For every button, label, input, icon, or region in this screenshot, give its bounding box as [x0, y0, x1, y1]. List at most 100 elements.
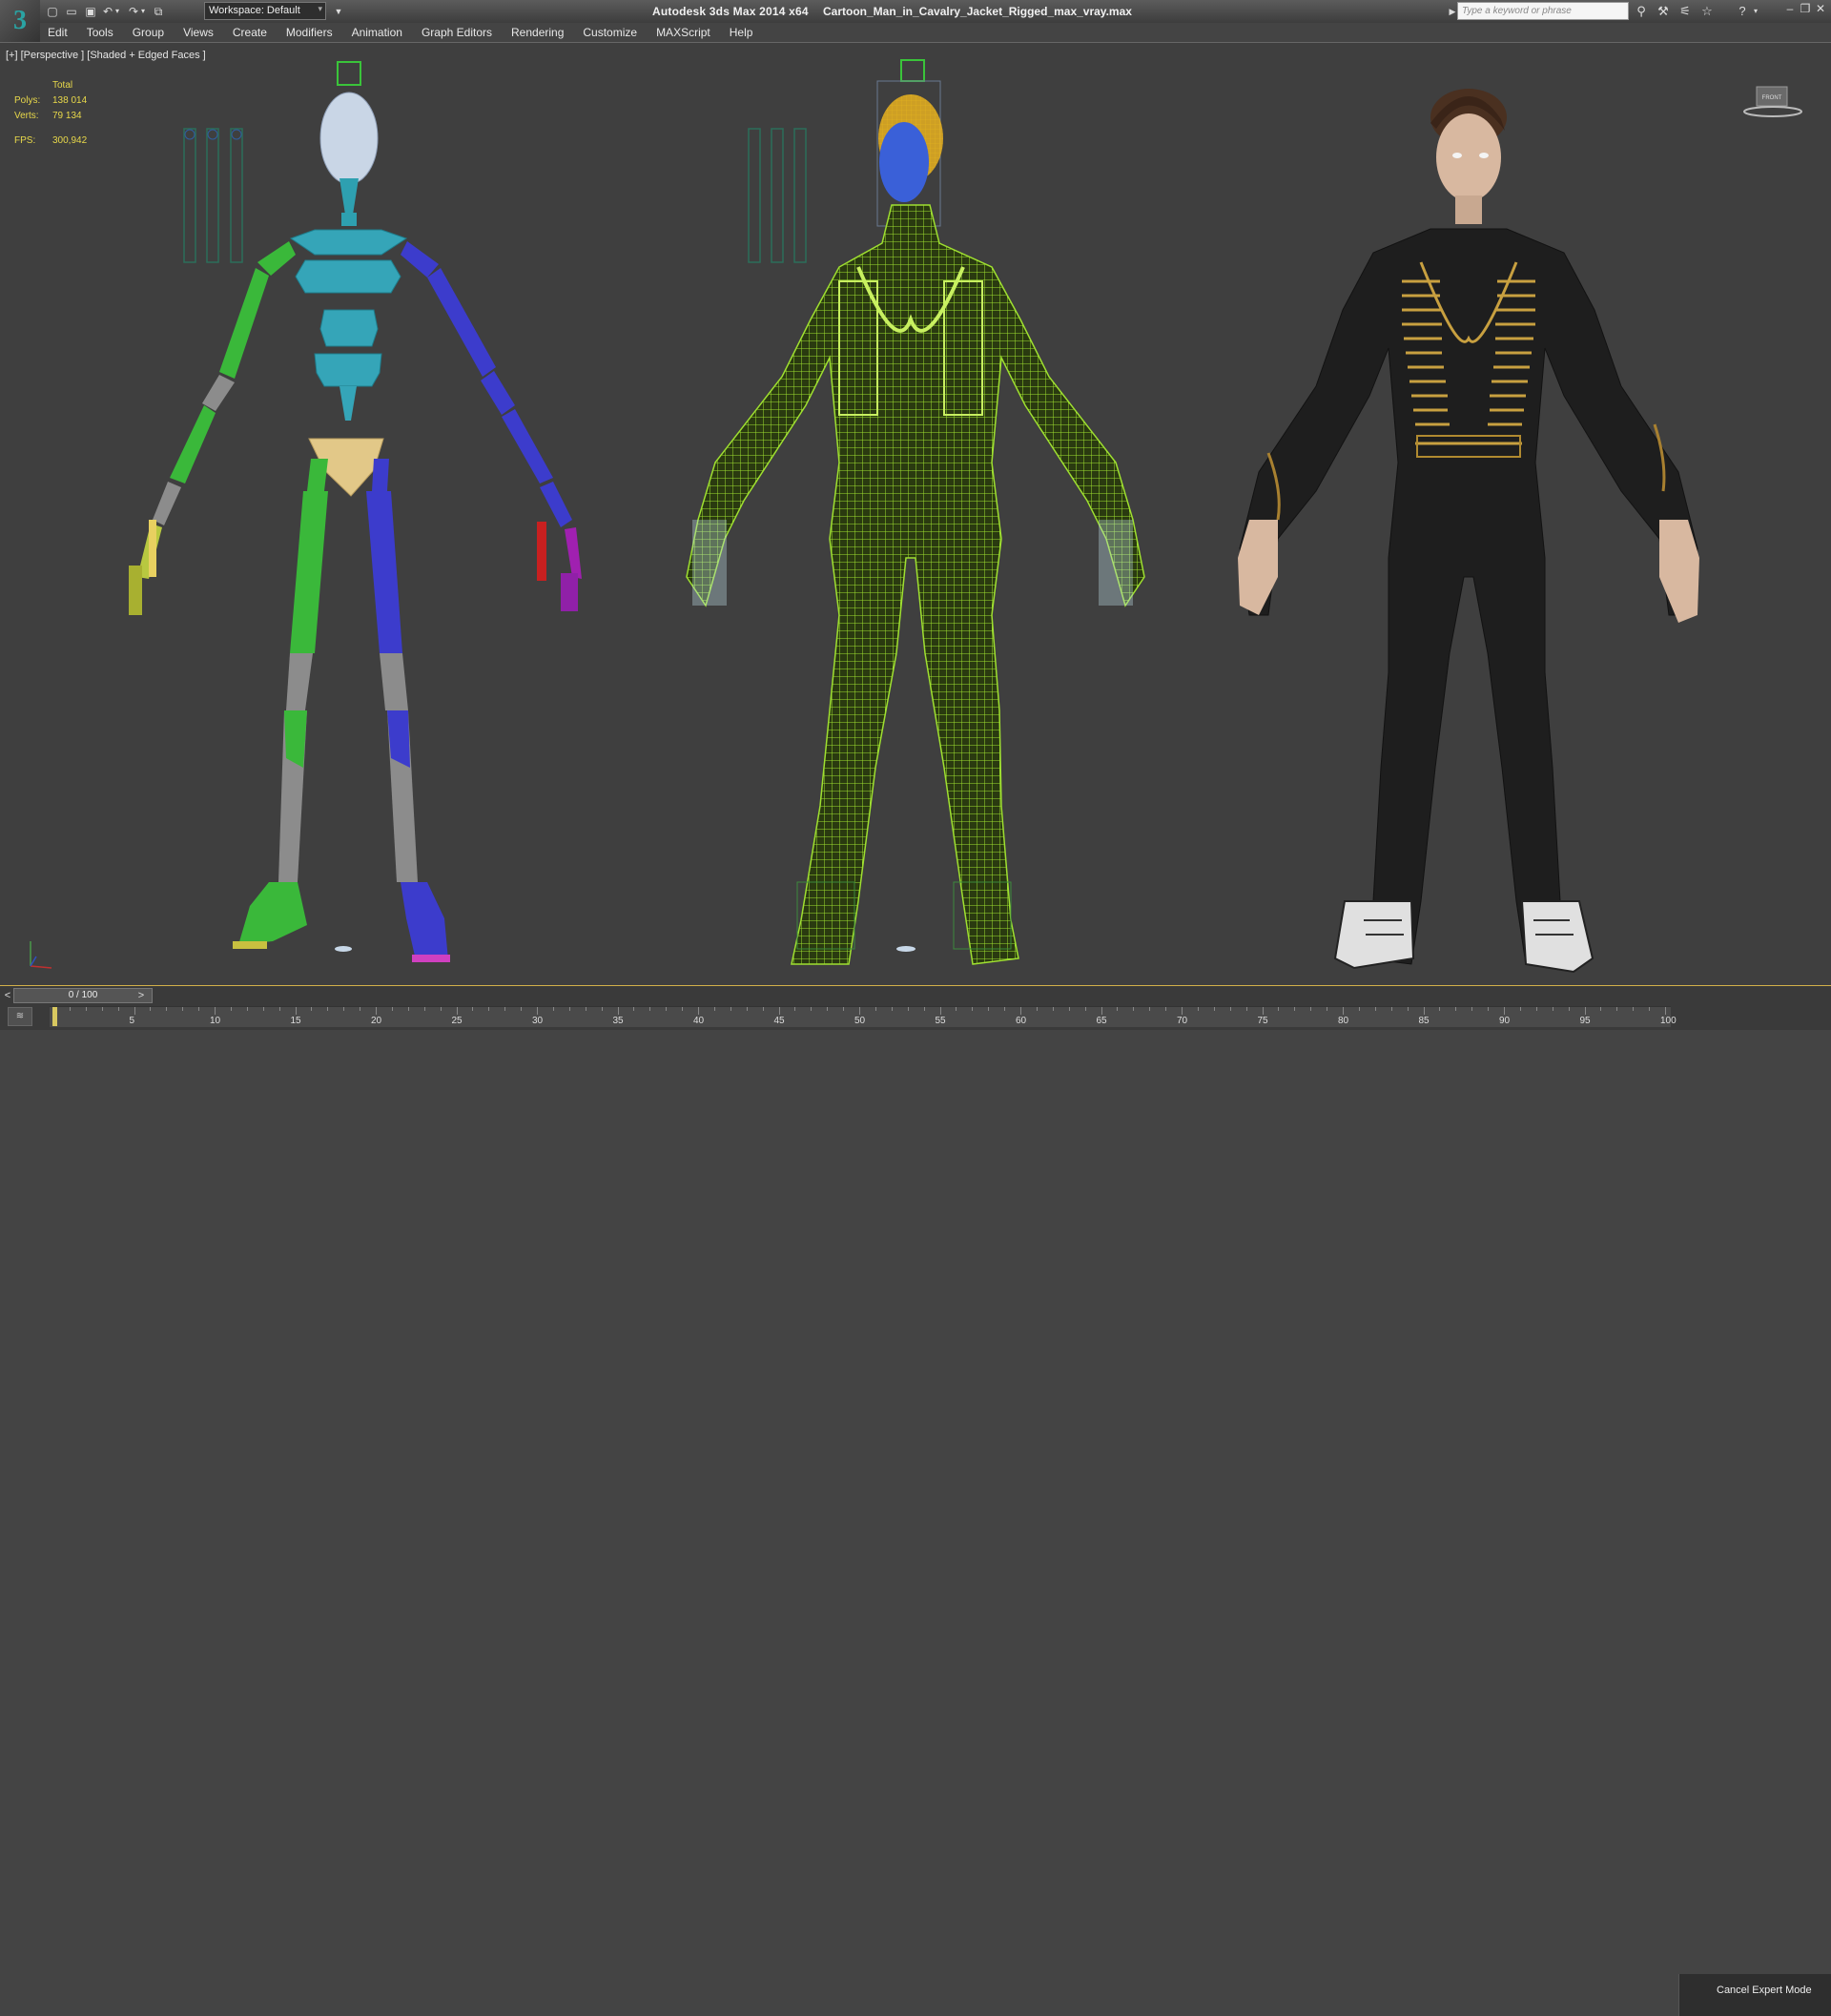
timeline-tick-label: 20	[371, 1016, 382, 1026]
menu-group[interactable]: Group	[123, 26, 174, 39]
menu-rendering[interactable]: Rendering	[502, 26, 573, 39]
cancel-expert-mode-button[interactable]: Cancel Expert Mode	[1717, 1985, 1812, 1996]
timeline-tick	[811, 1007, 813, 1011]
timeline-tick-label: 35	[612, 1016, 624, 1026]
timeline-tick	[891, 1007, 893, 1011]
menu-customize[interactable]: Customize	[573, 26, 647, 39]
scene-canvas	[129, 59, 1699, 974]
time-slider-next-icon[interactable]: >	[135, 988, 147, 1003]
timeline-tick	[488, 1007, 490, 1011]
timeline-tick-label: 80	[1338, 1016, 1349, 1026]
menu-maxscript[interactable]: MAXScript	[647, 26, 720, 39]
timeline-tick	[827, 1007, 829, 1011]
timeline-tick-label: 30	[532, 1016, 544, 1026]
timeline-tick	[1358, 1007, 1360, 1011]
redo-dropdown-icon[interactable]: ▾	[138, 3, 148, 20]
timeline-tick	[1213, 1007, 1215, 1011]
favorites-star-icon[interactable]: ☆	[1698, 3, 1716, 20]
track-bar[interactable]: 5 10 15 20 25 30 35 40 45 50 55 60 65 70 75 80 85 90 95 100	[50, 1006, 1677, 1027]
app-menu-button[interactable]: 3	[0, 0, 40, 42]
timeline-tick-label: 25	[451, 1016, 463, 1026]
timeline-tick	[617, 1007, 619, 1015]
timeline-tick	[1245, 1007, 1247, 1011]
save-file-icon[interactable]: ▣	[82, 3, 99, 20]
menu-help[interactable]: Help	[720, 26, 763, 39]
workspace-dropdown[interactable]: Workspace: Default ▾	[204, 2, 326, 20]
close-icon[interactable]: ✕	[1814, 2, 1827, 15]
file-name: Cartoon_Man_in_Cavalry_Jacket_Rigged_max…	[823, 5, 1132, 18]
viewcube-face-label: FRONT	[1762, 95, 1782, 101]
timeline-tick	[601, 1007, 603, 1011]
new-file-icon[interactable]: ▢	[44, 3, 61, 20]
timeline-tick	[343, 1007, 345, 1011]
timeline-tick	[1568, 1007, 1570, 1011]
timeline-tick	[552, 1007, 554, 1011]
timeline-tick	[134, 1007, 135, 1015]
axis-tripod-icon	[23, 936, 61, 974]
perspective-viewport[interactable]: [+] [Perspective ] [Shaded + Edged Faces…	[0, 42, 1831, 986]
timeline-tick	[1600, 1007, 1602, 1011]
restore-icon[interactable]: ❐	[1799, 2, 1812, 15]
timeline-tick	[794, 1007, 796, 1011]
timeline-tick-label: 55	[935, 1016, 946, 1026]
menu-animation[interactable]: Animation	[342, 26, 412, 39]
menu-modifiers[interactable]: Modifiers	[277, 26, 342, 39]
timeline-tick	[874, 1007, 876, 1011]
timeline-tick	[1149, 1007, 1151, 1011]
timeline-tick	[311, 1007, 313, 1011]
timeline-tick	[713, 1007, 715, 1011]
shaded-character[interactable]	[1238, 89, 1699, 974]
timeline-tick	[1182, 1007, 1183, 1015]
mini-curve-editor-icon[interactable]: ≋	[8, 1007, 32, 1026]
quick-access-dropdown-icon[interactable]: ▼	[330, 3, 347, 20]
minimize-icon[interactable]: –	[1783, 2, 1797, 15]
timeline-tick	[972, 1007, 974, 1011]
binoculars-icon[interactable]: ⚲	[1633, 3, 1650, 20]
timeline-tick	[1117, 1007, 1119, 1011]
timeline-tick	[1052, 1007, 1054, 1011]
project-folder-icon[interactable]: ⧉	[150, 3, 167, 20]
wireframe-character[interactable]	[686, 59, 1145, 965]
timeline-tick	[568, 1007, 570, 1011]
viewcube[interactable]: FRONT	[1741, 83, 1804, 121]
menu-bar: Edit Tools Group Views Create Modifiers …	[40, 23, 1831, 42]
timeline-tick	[1504, 1007, 1505, 1015]
timeline-tick	[907, 1007, 909, 1011]
search-input[interactable]: Type a keyword or phrase	[1457, 2, 1629, 20]
timeline-tick	[1343, 1007, 1344, 1015]
menu-graph-editors[interactable]: Graph Editors	[412, 26, 502, 39]
timeline-tick	[1068, 1007, 1070, 1011]
menu-edit[interactable]: Edit	[40, 26, 77, 39]
time-slider-prev-icon[interactable]: <	[2, 988, 13, 1003]
timeline-tick	[1455, 1007, 1457, 1011]
timeline-tick	[1390, 1007, 1392, 1011]
timeline-tick	[262, 1007, 264, 1011]
undo-dropdown-icon[interactable]: ▾	[113, 3, 122, 20]
help-icon[interactable]: ?	[1734, 3, 1751, 20]
timeline-tick	[1471, 1007, 1473, 1011]
timeline-tick	[166, 1007, 168, 1011]
timeline-tick-label: 50	[854, 1016, 866, 1026]
timeline-tick	[407, 1007, 409, 1011]
current-frame-marker[interactable]	[52, 1007, 57, 1026]
timeline-tick	[1407, 1007, 1409, 1011]
help-dropdown-icon[interactable]: ▾	[1751, 3, 1760, 20]
communication-center-icon[interactable]: ⚟	[1677, 3, 1694, 20]
biped-skeleton[interactable]	[129, 61, 582, 962]
menu-views[interactable]: Views	[174, 26, 223, 39]
timeline-tick	[730, 1007, 731, 1011]
chevron-down-icon: ▾	[318, 4, 322, 13]
timeline-tick	[956, 1007, 957, 1011]
timeline-tick	[278, 1007, 280, 1011]
menu-tools[interactable]: Tools	[77, 26, 123, 39]
time-slider[interactable]: 0 / 100	[13, 988, 153, 1003]
frame-display: 0 / 100	[68, 990, 98, 1000]
timeline-tick	[1439, 1007, 1441, 1011]
timeline-tick	[198, 1007, 200, 1011]
timeline-tick	[456, 1007, 458, 1015]
timeline-tick	[923, 1007, 925, 1011]
menu-create[interactable]: Create	[223, 26, 277, 39]
subscription-icon[interactable]: ⚒	[1655, 3, 1672, 20]
timeline-tick	[1584, 1007, 1586, 1015]
open-file-icon[interactable]: ▭	[63, 3, 80, 20]
